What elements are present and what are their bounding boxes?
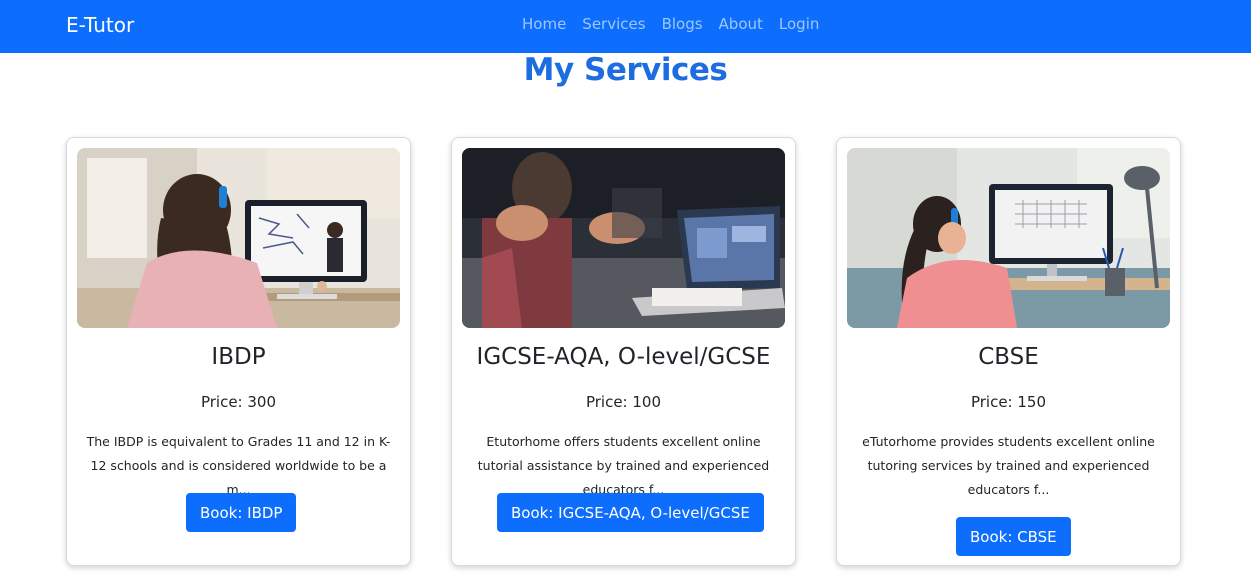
page-title: My Services xyxy=(523,52,728,88)
nav-link-home[interactable]: Home xyxy=(522,15,566,33)
brand-logo[interactable]: E-Tutor xyxy=(66,13,134,37)
nav-link-services[interactable]: Services xyxy=(582,15,645,33)
nav-links: Home Services Blogs About Login xyxy=(522,15,835,33)
nav-link-login[interactable]: Login xyxy=(779,15,819,33)
service-card-cbse: CBSE Price: 150 eTutorhome provides stud… xyxy=(836,137,1181,566)
service-image-cbse xyxy=(847,148,1170,328)
book-igcse-button[interactable]: Book: IGCSE-AQA, O-level/GCSE xyxy=(497,493,764,532)
service-description: The IBDP is equivalent to Grades 11 and … xyxy=(86,434,391,497)
service-image-igcse xyxy=(462,148,785,328)
navbar: E-Tutor Home Services Blogs About Login xyxy=(0,0,1251,53)
service-price: Price: 100 xyxy=(585,393,662,411)
book-ibdp-button[interactable]: Book: IBDP xyxy=(186,493,297,532)
service-description: Etutorhome offers students excellent onl… xyxy=(477,434,770,497)
service-title: CBSE xyxy=(978,344,1039,370)
book-cbse-button[interactable]: Book: CBSE xyxy=(956,517,1071,556)
service-image-ibdp xyxy=(77,148,400,328)
service-title: IGCSE-AQA, O-level/GCSE xyxy=(476,344,771,370)
nav-link-about[interactable]: About xyxy=(719,15,763,33)
service-card-igcse: IGCSE-AQA, O-level/GCSE Price: 100 Etuto… xyxy=(451,137,796,566)
service-price: Price: 150 xyxy=(970,393,1047,411)
service-title: IBDP xyxy=(211,344,266,370)
service-price: Price: 300 xyxy=(200,393,277,411)
service-description: eTutorhome provides students excellent o… xyxy=(862,434,1155,497)
nav-link-blogs[interactable]: Blogs xyxy=(662,15,703,33)
service-card-ibdp: IBDP Price: 300 The IBDP is equivalent t… xyxy=(66,137,411,566)
